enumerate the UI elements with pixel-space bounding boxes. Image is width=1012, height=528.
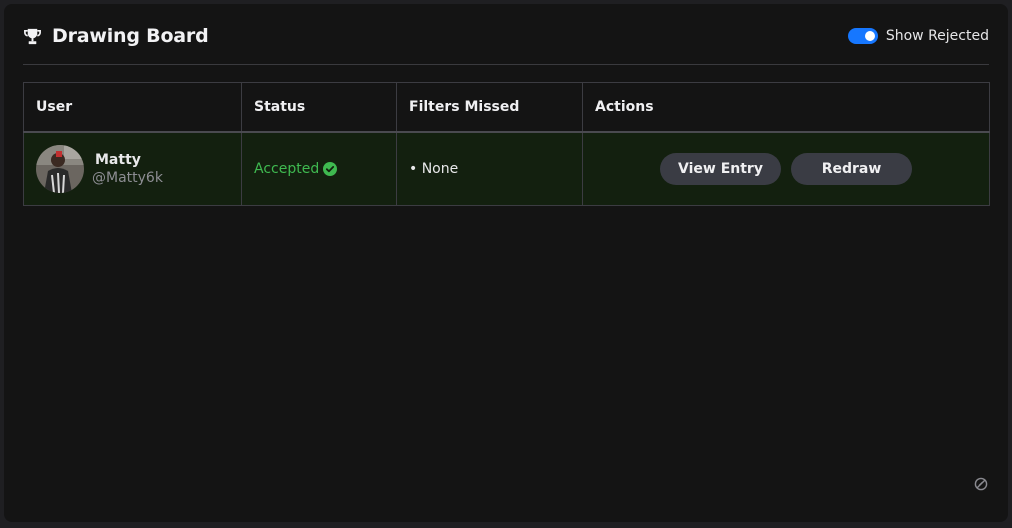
page-title: Drawing Board [52, 25, 209, 47]
check-circle-icon [323, 162, 338, 176]
panel-header: Drawing Board Show Rejected [23, 20, 989, 52]
table-row: Matty @Matty6k Accepted • None View Entr… [23, 131, 990, 206]
show-rejected-toggle[interactable] [847, 28, 878, 44]
entries-table: User Status Filters Missed Actions Matty… [23, 82, 990, 206]
drawing-board-panel: Drawing Board Show Rejected User Status … [4, 4, 1008, 522]
title-group: Drawing Board [23, 25, 209, 47]
column-header-user: User [23, 82, 242, 133]
trophy-icon [23, 27, 42, 46]
user-cell: Matty @Matty6k [23, 131, 242, 206]
view-entry-button[interactable]: View Entry [660, 153, 781, 185]
user-name: Matty [95, 152, 141, 168]
redraw-button[interactable]: Redraw [791, 153, 912, 185]
filters-missed-cell: • None [396, 131, 583, 206]
column-header-status: Status [241, 82, 397, 133]
user-text: Matty @Matty6k [92, 151, 163, 187]
column-header-actions: Actions [582, 82, 990, 133]
disabled-circle-icon[interactable] [974, 476, 988, 491]
show-rejected-label[interactable]: Show Rejected [886, 28, 989, 44]
avatar[interactable] [36, 145, 84, 193]
toggle-knob [864, 31, 875, 41]
show-rejected-toggle-group[interactable]: Show Rejected [847, 28, 989, 44]
actions-cell: View Entry Redraw [582, 131, 990, 206]
column-header-filters-missed: Filters Missed [396, 82, 583, 133]
user-info: Matty @Matty6k [36, 145, 229, 193]
row-actions: View Entry Redraw [595, 153, 977, 185]
status-cell: Accepted [241, 131, 397, 206]
status-text: Accepted [254, 161, 320, 177]
filter-missed-item: • None [409, 161, 459, 177]
status-badge: Accepted [254, 161, 384, 177]
user-handle: @Matty6k [92, 170, 163, 186]
header-divider [23, 64, 989, 65]
table-header-row: User Status Filters Missed Actions [23, 82, 990, 133]
